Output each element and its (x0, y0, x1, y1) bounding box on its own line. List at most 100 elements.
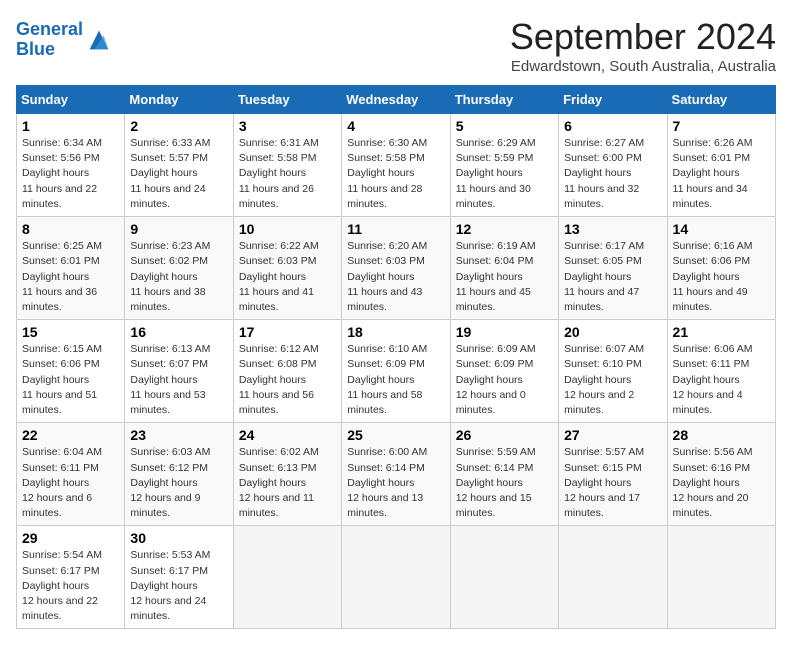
day-info: Sunrise: 6:03 AMSunset: 6:12 PMDaylight … (130, 446, 210, 519)
day-info: Sunrise: 6:19 AMSunset: 6:04 PMDaylight … (456, 240, 536, 313)
calendar-cell: 23 Sunrise: 6:03 AMSunset: 6:12 PMDaylig… (125, 423, 233, 526)
day-number: 24 (239, 427, 336, 443)
calendar-table: SundayMondayTuesdayWednesdayThursdayFrid… (16, 85, 776, 629)
day-number: 19 (456, 324, 553, 340)
logo: General Blue (16, 20, 113, 60)
calendar-cell: 9 Sunrise: 6:23 AMSunset: 6:02 PMDayligh… (125, 217, 233, 320)
calendar-cell: 30 Sunrise: 5:53 AMSunset: 6:17 PMDaylig… (125, 526, 233, 629)
day-info: Sunrise: 6:13 AMSunset: 6:07 PMDaylight … (130, 343, 210, 416)
logo-icon (85, 26, 113, 54)
calendar-cell: 27 Sunrise: 5:57 AMSunset: 6:15 PMDaylig… (559, 423, 667, 526)
day-number: 2 (130, 118, 227, 134)
main-title: September 2024 (510, 16, 776, 58)
calendar-cell (667, 526, 775, 629)
day-info: Sunrise: 6:22 AMSunset: 6:03 PMDaylight … (239, 240, 319, 313)
logo-blue: Blue (16, 39, 55, 59)
day-number: 3 (239, 118, 336, 134)
calendar-week-5: 29 Sunrise: 5:54 AMSunset: 6:17 PMDaylig… (17, 526, 776, 629)
calendar-cell: 25 Sunrise: 6:00 AMSunset: 6:14 PMDaylig… (342, 423, 450, 526)
weekday-header-friday: Friday (559, 86, 667, 114)
title-block: September 2024 Edwardstown, South Austra… (510, 16, 776, 75)
day-info: Sunrise: 6:29 AMSunset: 5:59 PMDaylight … (456, 137, 536, 210)
calendar-cell (342, 526, 450, 629)
day-info: Sunrise: 6:04 AMSunset: 6:11 PMDaylight … (22, 446, 102, 519)
day-number: 7 (673, 118, 770, 134)
calendar-cell: 26 Sunrise: 5:59 AMSunset: 6:14 PMDaylig… (450, 423, 558, 526)
weekday-header-wednesday: Wednesday (342, 86, 450, 114)
day-number: 23 (130, 427, 227, 443)
day-number: 4 (347, 118, 444, 134)
calendar-cell: 17 Sunrise: 6:12 AMSunset: 6:08 PMDaylig… (233, 320, 341, 423)
calendar-cell: 10 Sunrise: 6:22 AMSunset: 6:03 PMDaylig… (233, 217, 341, 320)
day-info: Sunrise: 6:33 AMSunset: 5:57 PMDaylight … (130, 137, 210, 210)
day-info: Sunrise: 5:53 AMSunset: 6:17 PMDaylight … (130, 549, 210, 622)
day-number: 17 (239, 324, 336, 340)
calendar-cell: 1 Sunrise: 6:34 AMSunset: 5:56 PMDayligh… (17, 114, 125, 217)
calendar-cell: 29 Sunrise: 5:54 AMSunset: 6:17 PMDaylig… (17, 526, 125, 629)
calendar-cell: 5 Sunrise: 6:29 AMSunset: 5:59 PMDayligh… (450, 114, 558, 217)
page-header: General Blue September 2024 Edwardstown,… (16, 16, 776, 75)
day-info: Sunrise: 6:26 AMSunset: 6:01 PMDaylight … (673, 137, 753, 210)
day-number: 21 (673, 324, 770, 340)
day-info: Sunrise: 6:00 AMSunset: 6:14 PMDaylight … (347, 446, 427, 519)
day-info: Sunrise: 6:15 AMSunset: 6:06 PMDaylight … (22, 343, 102, 416)
day-info: Sunrise: 6:17 AMSunset: 6:05 PMDaylight … (564, 240, 644, 313)
day-info: Sunrise: 6:10 AMSunset: 6:09 PMDaylight … (347, 343, 427, 416)
day-number: 18 (347, 324, 444, 340)
day-number: 10 (239, 221, 336, 237)
day-number: 16 (130, 324, 227, 340)
day-number: 27 (564, 427, 661, 443)
day-info: Sunrise: 6:30 AMSunset: 5:58 PMDaylight … (347, 137, 427, 210)
calendar-cell: 6 Sunrise: 6:27 AMSunset: 6:00 PMDayligh… (559, 114, 667, 217)
calendar-cell: 20 Sunrise: 6:07 AMSunset: 6:10 PMDaylig… (559, 320, 667, 423)
day-number: 25 (347, 427, 444, 443)
weekday-header-thursday: Thursday (450, 86, 558, 114)
day-number: 20 (564, 324, 661, 340)
day-number: 14 (673, 221, 770, 237)
logo-general: General (16, 19, 83, 39)
calendar-cell: 19 Sunrise: 6:09 AMSunset: 6:09 PMDaylig… (450, 320, 558, 423)
calendar-cell: 24 Sunrise: 6:02 AMSunset: 6:13 PMDaylig… (233, 423, 341, 526)
calendar-week-4: 22 Sunrise: 6:04 AMSunset: 6:11 PMDaylig… (17, 423, 776, 526)
calendar-cell: 4 Sunrise: 6:30 AMSunset: 5:58 PMDayligh… (342, 114, 450, 217)
calendar-cell: 2 Sunrise: 6:33 AMSunset: 5:57 PMDayligh… (125, 114, 233, 217)
calendar-week-2: 8 Sunrise: 6:25 AMSunset: 6:01 PMDayligh… (17, 217, 776, 320)
day-number: 9 (130, 221, 227, 237)
calendar-cell: 21 Sunrise: 6:06 AMSunset: 6:11 PMDaylig… (667, 320, 775, 423)
calendar-cell: 15 Sunrise: 6:15 AMSunset: 6:06 PMDaylig… (17, 320, 125, 423)
calendar-cell: 16 Sunrise: 6:13 AMSunset: 6:07 PMDaylig… (125, 320, 233, 423)
day-info: Sunrise: 5:59 AMSunset: 6:14 PMDaylight … (456, 446, 536, 519)
calendar-week-3: 15 Sunrise: 6:15 AMSunset: 6:06 PMDaylig… (17, 320, 776, 423)
calendar-cell: 28 Sunrise: 5:56 AMSunset: 6:16 PMDaylig… (667, 423, 775, 526)
weekday-header-monday: Monday (125, 86, 233, 114)
weekday-header-tuesday: Tuesday (233, 86, 341, 114)
calendar-cell: 12 Sunrise: 6:19 AMSunset: 6:04 PMDaylig… (450, 217, 558, 320)
calendar-cell: 7 Sunrise: 6:26 AMSunset: 6:01 PMDayligh… (667, 114, 775, 217)
day-info: Sunrise: 6:02 AMSunset: 6:13 PMDaylight … (239, 446, 319, 519)
calendar-cell (233, 526, 341, 629)
day-info: Sunrise: 5:54 AMSunset: 6:17 PMDaylight … (22, 549, 102, 622)
calendar-body: 1 Sunrise: 6:34 AMSunset: 5:56 PMDayligh… (17, 114, 776, 629)
weekday-header-sunday: Sunday (17, 86, 125, 114)
day-number: 30 (130, 530, 227, 546)
calendar-cell: 18 Sunrise: 6:10 AMSunset: 6:09 PMDaylig… (342, 320, 450, 423)
calendar-cell: 22 Sunrise: 6:04 AMSunset: 6:11 PMDaylig… (17, 423, 125, 526)
day-info: Sunrise: 6:12 AMSunset: 6:08 PMDaylight … (239, 343, 319, 416)
day-number: 28 (673, 427, 770, 443)
day-info: Sunrise: 6:34 AMSunset: 5:56 PMDaylight … (22, 137, 102, 210)
day-number: 15 (22, 324, 119, 340)
calendar-cell: 3 Sunrise: 6:31 AMSunset: 5:58 PMDayligh… (233, 114, 341, 217)
day-number: 26 (456, 427, 553, 443)
calendar-header: SundayMondayTuesdayWednesdayThursdayFrid… (17, 86, 776, 114)
day-info: Sunrise: 6:25 AMSunset: 6:01 PMDaylight … (22, 240, 102, 313)
day-number: 29 (22, 530, 119, 546)
day-number: 22 (22, 427, 119, 443)
day-number: 6 (564, 118, 661, 134)
day-info: Sunrise: 6:06 AMSunset: 6:11 PMDaylight … (673, 343, 753, 416)
day-info: Sunrise: 6:27 AMSunset: 6:00 PMDaylight … (564, 137, 644, 210)
day-info: Sunrise: 5:57 AMSunset: 6:15 PMDaylight … (564, 446, 644, 519)
day-number: 12 (456, 221, 553, 237)
calendar-cell: 11 Sunrise: 6:20 AMSunset: 6:03 PMDaylig… (342, 217, 450, 320)
day-info: Sunrise: 6:23 AMSunset: 6:02 PMDaylight … (130, 240, 210, 313)
calendar-week-1: 1 Sunrise: 6:34 AMSunset: 5:56 PMDayligh… (17, 114, 776, 217)
